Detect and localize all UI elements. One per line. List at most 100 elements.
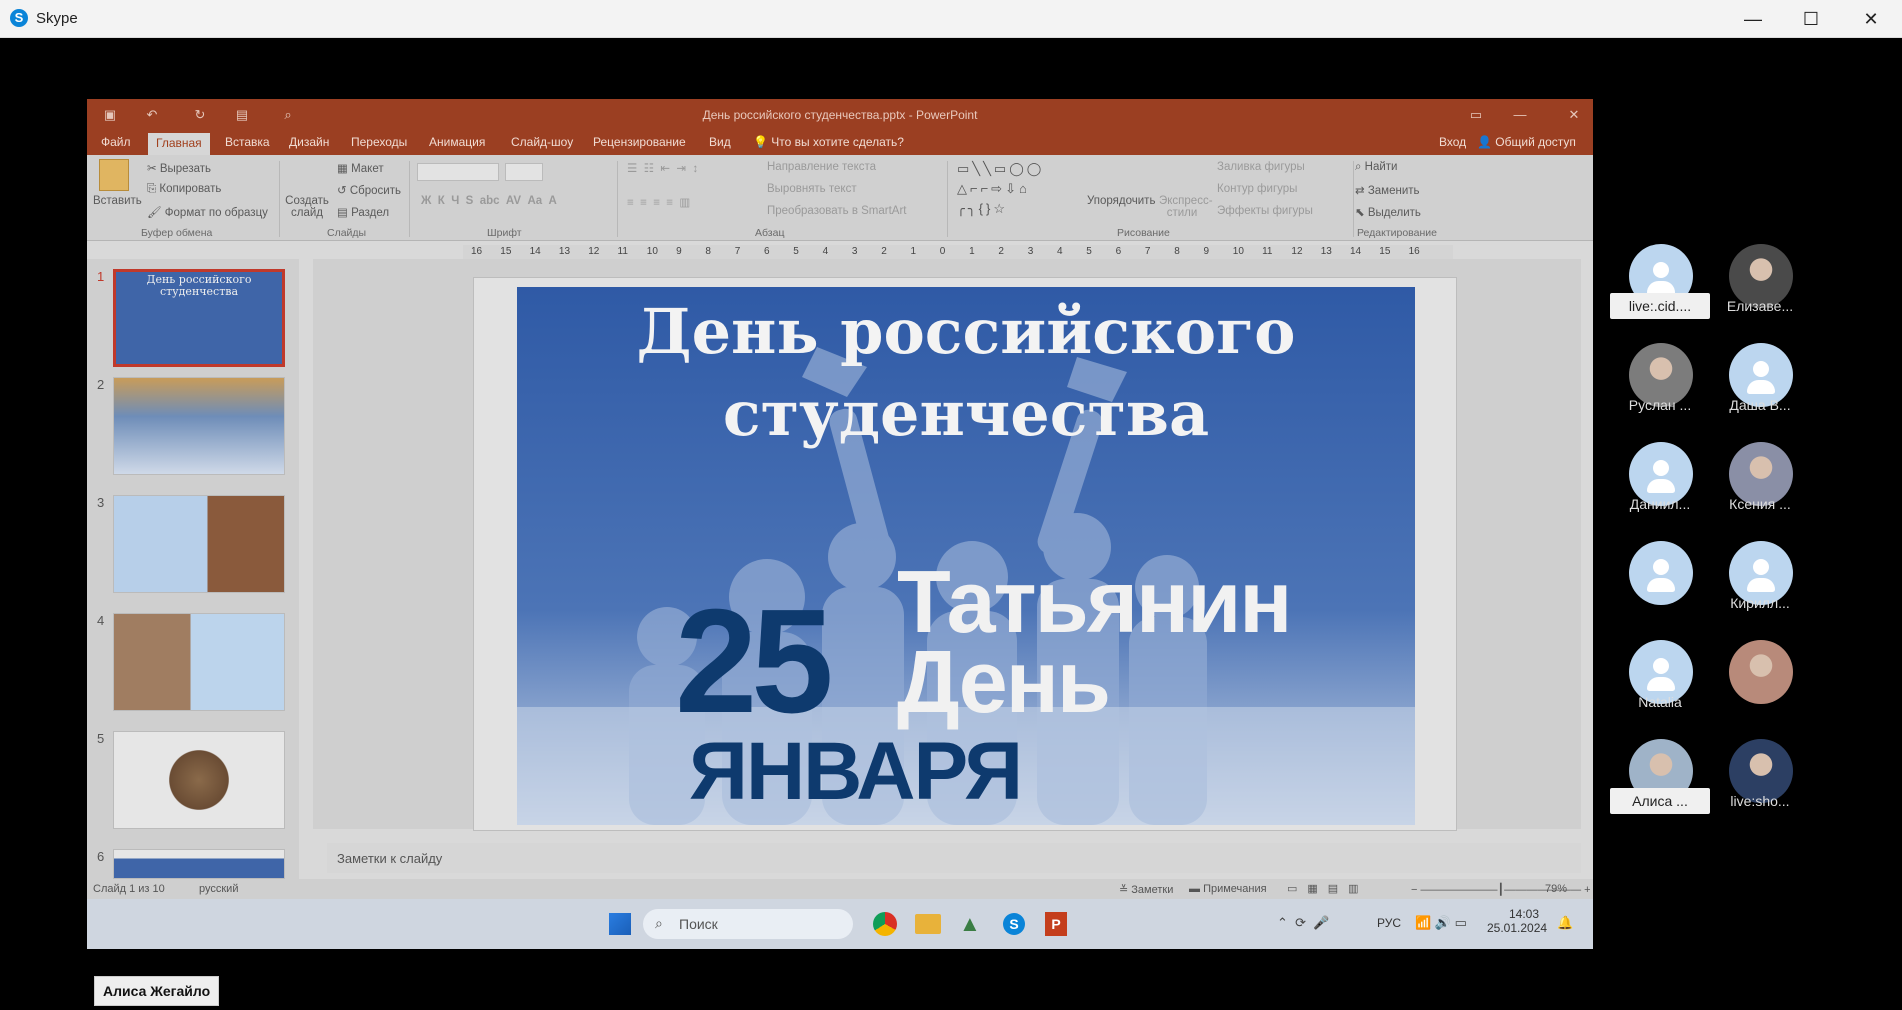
participant-name: Кирилл... <box>1730 595 1790 611</box>
minimize-button[interactable]: — <box>1724 0 1782 38</box>
thumb-number: 1 <box>97 269 105 284</box>
new-slide-label: Создать слайд <box>285 195 329 219</box>
avatar-head <box>1753 559 1769 575</box>
participant-photo <box>1729 640 1793 704</box>
ppt-restore-icon <box>1523 106 1541 124</box>
share-button: 👤 Общий доступ <box>1477 135 1576 149</box>
windows-taskbar: ⌕ Поиск ▲ S P ⌃ ⟳ 🎤 РУС 📶 🔊 ▭ 14:03 25.0… <box>87 899 1593 949</box>
ruler-mark: 3 <box>1027 246 1034 257</box>
ruler-mark: 13 <box>558 246 571 257</box>
skype-title-bar: S Skype — ☐ ✕ <box>0 0 1902 38</box>
ruler-mark: 1 <box>910 246 917 257</box>
participant-tile[interactable]: Natalia <box>1610 640 1710 736</box>
input-language: РУС <box>1377 916 1402 930</box>
participant-tile[interactable]: Елизаве... <box>1710 244 1810 340</box>
font-name-box <box>417 163 499 181</box>
cut-label: ✂ Вырезать <box>147 163 211 175</box>
ruler-mark: 3 <box>851 246 858 257</box>
avatar-body <box>1647 578 1675 592</box>
layout-label: ▦ Макет <box>337 163 384 175</box>
shape-fill-label: Заливка фигуры <box>1217 161 1305 173</box>
tab-insert: Вставка <box>225 135 270 149</box>
replace-label: ⇄ Заменить <box>1355 185 1420 197</box>
section-label: ▤ Раздел <box>337 207 390 219</box>
participant-tile[interactable]: Ксения ... <box>1710 442 1810 538</box>
format-painter-text: Формат по образцу <box>164 207 268 219</box>
view-icons: ▭▦▤▥ <box>1287 883 1369 895</box>
default-avatar-icon <box>1629 541 1693 605</box>
maximize-button[interactable]: ☐ <box>1782 0 1840 38</box>
search-icon: ⌕ <box>655 915 663 931</box>
tab-animation: Анимация <box>429 135 486 149</box>
slide-thumbnails-pane: 1 День российского студенчества 2 3 4 5 … <box>87 259 299 879</box>
cut-text: Вырезать <box>159 163 211 175</box>
skype-taskbar-icon: S <box>1003 913 1025 935</box>
participant-tile[interactable]: Даша В... <box>1710 343 1810 439</box>
ribbon-display-icon: ▭ <box>1469 107 1483 122</box>
close-button[interactable]: ✕ <box>1842 0 1900 38</box>
clock-date: 25.01.2024 <box>1487 921 1548 935</box>
ruler-mark: 8 <box>1174 246 1180 257</box>
slide-day: День <box>897 632 1111 731</box>
participant-tile[interactable]: live:sho... <box>1710 739 1810 835</box>
current-slide: День российского студенчества 25 ЯНВАРЯ … <box>517 287 1415 825</box>
ruler-mark: 2 <box>998 246 1004 257</box>
participant-tile[interactable]: Кирилл... <box>1710 541 1810 637</box>
participant-name: Ксения ... <box>1729 496 1791 512</box>
ruler-mark: 6 <box>1115 246 1122 257</box>
list-icons: ☰ ☷ ⇤ ⇥ ↕ <box>627 163 699 175</box>
slide-month: ЯНВАРЯ <box>689 726 1023 817</box>
ruler-mark: 4 <box>1057 246 1063 257</box>
powerpoint-taskbar-icon: P <box>1045 912 1067 936</box>
tab-review: Рецензирование <box>593 135 686 149</box>
participant-tile[interactable]: Даниил... <box>1610 442 1710 538</box>
thumb-slide-3 <box>113 495 285 593</box>
tab-file: Файл <box>101 135 131 149</box>
ruler-mark: 0 <box>939 246 946 257</box>
avatar-body <box>1747 380 1775 394</box>
copy-text: Копировать <box>159 183 222 195</box>
select-label: ⬉ Выделить <box>1355 207 1421 219</box>
comments-toggle: ▬ Примечания <box>1189 883 1267 895</box>
select-text: Выделить <box>1367 207 1421 219</box>
ruler-mark: 10 <box>646 246 658 257</box>
slide-title-line2: студенчества <box>722 377 1210 450</box>
arrange-label: Упорядочить <box>1087 195 1156 207</box>
participant-tile[interactable]: Руслан ... <box>1610 343 1710 439</box>
ruler-mark: 8 <box>705 246 711 257</box>
avatar-body <box>1747 578 1775 592</box>
participant-tile[interactable]: Алиса ... <box>1610 739 1710 835</box>
notifications-icon: 🔔 <box>1557 915 1574 930</box>
ruler-mark: 13 <box>1320 246 1332 257</box>
reset-label: ↺ Сбросить <box>337 185 401 197</box>
tab-transitions: Переходы <box>351 135 408 149</box>
text-direction-label: Направление текста <box>767 161 877 173</box>
participant-name: Алиса ... <box>1610 788 1710 814</box>
chrome-icon <box>873 912 897 936</box>
tab-home: Главная <box>148 133 210 155</box>
taskbar-search: ⌕ Поиск <box>643 909 853 939</box>
ruler-mark: 11 <box>1262 246 1273 257</box>
ruler-mark: 15 <box>1379 246 1391 257</box>
clock-time: 14:03 <box>1508 907 1539 921</box>
thumb-slide-4 <box>113 613 285 711</box>
participant-tile[interactable] <box>1610 541 1710 637</box>
avatar-head <box>1653 559 1669 575</box>
paragraph-group-label: Абзац <box>755 227 785 239</box>
ruler-mark: 11 <box>617 246 628 257</box>
group-divider <box>279 161 280 237</box>
avatar-body <box>1647 479 1675 493</box>
participant-tile[interactable]: live:.cid.... <box>1610 244 1710 340</box>
participant-tile[interactable] <box>1710 640 1810 736</box>
ruler-mark: 6 <box>764 246 770 257</box>
participant-name: Даша В... <box>1729 397 1791 413</box>
ribbon: Вставить ✂ Вырезать ⎘ Копировать 🖌 Форма… <box>87 155 1593 241</box>
slides-group-label: Слайды <box>327 227 367 239</box>
thumb-number: 3 <box>97 495 105 510</box>
avatar-head <box>1653 262 1669 278</box>
font-size-box <box>505 163 543 181</box>
ruler-mark: 2 <box>881 246 887 257</box>
window-title: Skype <box>36 10 78 27</box>
drawing-group-label: Рисование <box>1117 227 1170 239</box>
network-sound-battery-icons: 📶 🔊 ▭ <box>1415 915 1467 930</box>
